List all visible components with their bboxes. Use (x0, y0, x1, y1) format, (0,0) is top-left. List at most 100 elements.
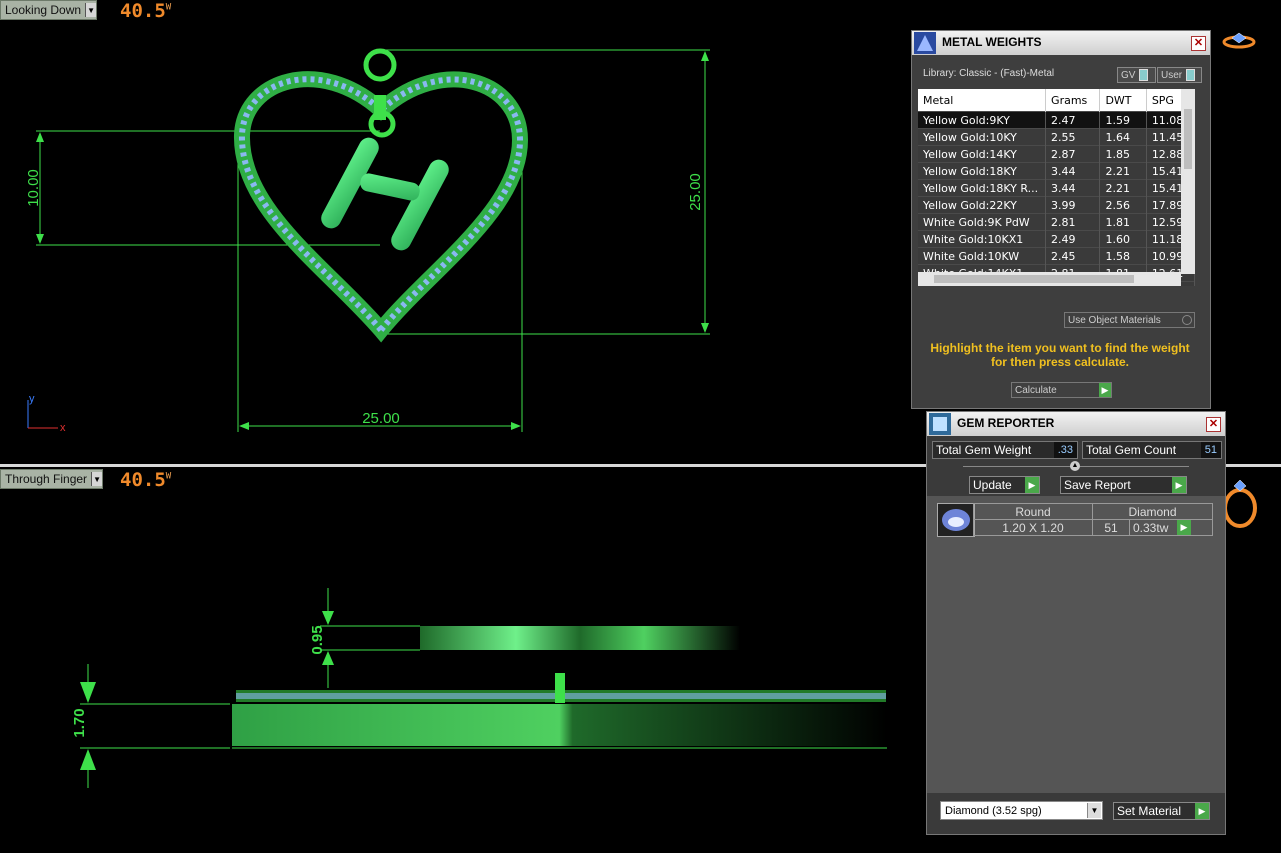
gem-summary: Total Gem Weight .33 Total Gem Count 51 … (927, 436, 1225, 496)
save-report-button[interactable]: Save Report ▶ (1060, 476, 1187, 494)
panel-title: METAL WEIGHTS (942, 35, 1042, 49)
save-report-label: Save Report (1064, 478, 1131, 492)
table-cell: Yellow Gold:14KY (918, 145, 1047, 163)
metal-table-hscroll[interactable] (918, 272, 1181, 286)
table-cell: 1.60 (1099, 230, 1147, 248)
table-cell: White Gold:10KW (918, 247, 1047, 265)
ring-view-icon[interactable] (1222, 478, 1258, 530)
zoom-unit: W (165, 2, 172, 13)
view-mode-label: Through Finger (5, 472, 88, 486)
view-mode-dropdown-bottom[interactable]: Through Finger ▼ (0, 469, 104, 489)
table-cell: 2.56 (1099, 196, 1147, 214)
table-cell: 2.21 (1099, 179, 1147, 197)
total-gem-weight-field: Total Gem Weight .33 (932, 441, 1078, 459)
set-material-label: Set Material (1117, 804, 1182, 818)
metal-table-container[interactable]: Metal Grams DWT SPG Yellow Gold:9KY 2.47 1… (918, 89, 1195, 286)
metal-weights-panel[interactable]: METAL WEIGHTS ✕ Library: Classic - (Fast… (911, 30, 1211, 409)
table-cell: Yellow Gold:10KY (918, 128, 1047, 146)
panel-title: GEM REPORTER (957, 416, 1055, 430)
play-icon: ▶ (1099, 383, 1111, 397)
gem-reporter-panel[interactable]: GEM REPORTER ✕ Total Gem Weight .33 Tota… (926, 411, 1226, 835)
table-row[interactable]: Yellow Gold:9KY 2.47 1.59 11.08 (918, 111, 1195, 129)
side-dimension-lines (80, 588, 887, 788)
use-object-materials-label: Use Object Materials (1068, 314, 1161, 326)
table-cell: 2.81 (1045, 213, 1101, 231)
heart-pendant[interactable] (233, 48, 529, 343)
column-header-dwt[interactable]: DWT (1099, 89, 1147, 112)
table-row[interactable]: Yellow Gold:22KY 3.99 2.56 17.89 (918, 196, 1195, 214)
view-mode-dropdown-top[interactable]: Looking Down ▼ (0, 0, 98, 20)
table-cell: 1.59 (1099, 111, 1147, 129)
update-label: Update (973, 478, 1012, 492)
zoom-readout-top: 40.5W (120, 0, 171, 22)
gem-reporter-icon (929, 413, 951, 435)
table-cell: White Gold:10KX1 (918, 230, 1047, 248)
calculate-hint: Highlight the item you want to find the … (930, 341, 1190, 369)
table-row[interactable]: Yellow Gold:18KY 3.44 2.21 15.41 (918, 162, 1195, 180)
table-row[interactable]: Yellow Gold:18KY R... 3.44 2.21 15.41 (918, 179, 1195, 197)
material-select[interactable]: Diamond (3.52 spg) ▼ (940, 801, 1103, 820)
gem-thumbnail[interactable] (937, 503, 975, 537)
table-cell: 1.81 (1099, 213, 1147, 231)
table-cell: 3.44 (1045, 162, 1101, 180)
table-row[interactable]: Yellow Gold:10KY 2.55 1.64 11.45 (918, 128, 1195, 146)
gem-view-icon[interactable] (1222, 32, 1256, 52)
gem-weight: 0.33tw (1129, 519, 1213, 536)
update-button[interactable]: Update ▶ (969, 476, 1040, 494)
table-cell: 1.58 (1099, 247, 1147, 265)
table-cell: 3.99 (1045, 196, 1101, 214)
metal-weights-body: Library: Classic - (Fast)-Metal GV User … (912, 55, 1210, 408)
calculate-button[interactable]: Calculate ▶ (1011, 382, 1112, 398)
dimension-height-small: 10.00 (25, 169, 42, 207)
gem-count: 51 (1092, 519, 1130, 536)
table-row[interactable]: White Gold:10KW 2.45 1.58 10.99 (918, 247, 1195, 265)
material-select-value: Diamond (3.52 spg) (945, 804, 1042, 817)
table-cell: 2.49 (1045, 230, 1101, 248)
gem-reporter-titlebar[interactable]: GEM REPORTER ✕ (927, 412, 1225, 436)
close-icon[interactable]: ✕ (1206, 417, 1221, 432)
chevron-down-icon: ▼ (1087, 803, 1101, 818)
collapse-icon[interactable]: ▲ (1070, 461, 1080, 471)
dimension-height-total: 25.00 (687, 173, 704, 211)
zoom-value: 40.5 (120, 0, 166, 22)
library-label: Library: Classic - (Fast)-Metal (923, 68, 1055, 79)
column-header-grams[interactable]: Grams (1045, 89, 1101, 112)
pendant-side-profile[interactable] (232, 626, 887, 746)
dimension-thickness-body: 1.70 (71, 708, 88, 737)
table-row[interactable]: Yellow Gold:14KY 2.87 1.85 12.88 (918, 145, 1195, 163)
table-cell: Yellow Gold:18KY (918, 162, 1047, 180)
close-icon[interactable]: ✕ (1191, 36, 1206, 51)
total-gem-count-label: Total Gem Count (1086, 443, 1177, 457)
table-cell: 1.85 (1099, 145, 1147, 163)
play-icon: ▶ (1025, 477, 1039, 493)
gem-row-action-icon[interactable]: ▶ (1177, 520, 1191, 535)
user-toggle-label: User (1161, 69, 1183, 81)
play-icon: ▶ (1172, 477, 1186, 493)
user-toggle[interactable]: User (1157, 67, 1202, 83)
chevron-down-icon[interactable]: ▼ (85, 3, 97, 17)
column-header-metal[interactable]: Metal (918, 89, 1047, 112)
table-cell: Yellow Gold:22KY (918, 196, 1047, 214)
gv-toggle-label: GV (1121, 69, 1136, 81)
metal-table-vscroll[interactable] (1181, 89, 1195, 274)
total-gem-count-field: Total Gem Count 51 (1082, 441, 1222, 459)
gem-footer: Diamond (3.52 spg) ▼ Set Material ▶ (927, 793, 1225, 834)
table-cell: 2.45 (1045, 247, 1101, 265)
view-mode-label: Looking Down (5, 3, 82, 17)
round-gem-icon (942, 509, 970, 531)
use-object-materials-toggle[interactable]: Use Object Materials (1064, 312, 1195, 328)
axis-y-label: y (29, 393, 35, 405)
metal-weights-titlebar[interactable]: METAL WEIGHTS ✕ (912, 31, 1210, 55)
gem-size: 1.20 X 1.20 (973, 519, 1093, 536)
chevron-down-icon[interactable]: ▼ (91, 472, 103, 486)
metal-weights-icon (914, 32, 936, 54)
table-row[interactable]: White Gold:9K PdW 2.81 1.81 12.59 (918, 213, 1195, 231)
total-gem-count-value: 51 (1200, 442, 1221, 458)
zoom-readout-bottom: 40.5W (120, 469, 171, 491)
table-row[interactable]: White Gold:10KX1 2.49 1.60 11.18 (918, 230, 1195, 248)
gv-toggle[interactable]: GV (1117, 67, 1156, 83)
metal-table: Metal Grams DWT SPG Yellow Gold:9KY 2.47 1… (918, 89, 1195, 286)
set-material-button[interactable]: Set Material ▶ (1113, 802, 1210, 820)
table-cell: 2.87 (1045, 145, 1101, 163)
play-icon: ▶ (1195, 803, 1209, 819)
